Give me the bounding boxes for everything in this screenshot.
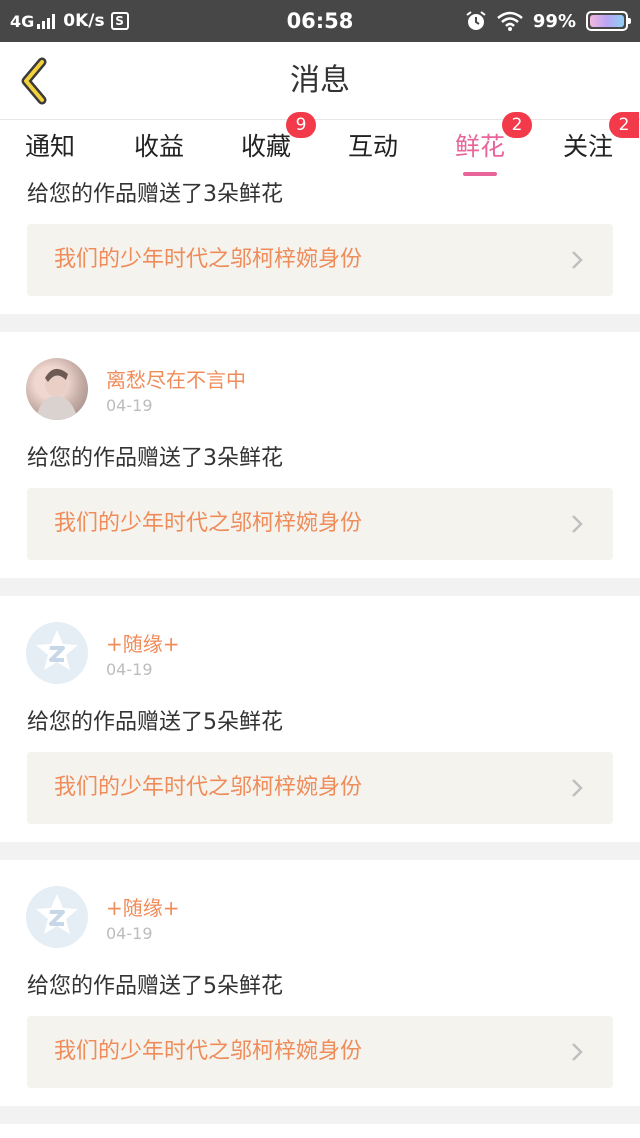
post-date: 04-19 (106, 924, 153, 943)
battery-icon (586, 11, 631, 31)
tab-bar: 通知 收益 收藏 互动 鲜花 关注 (0, 120, 640, 178)
message-text: 给您的作品赠送了3朵鲜花 (27, 446, 283, 471)
work-title: 我们的少年时代之邬柯梓婉身份 (54, 247, 363, 272)
chevron-left-icon[interactable] (14, 56, 54, 106)
post-date: 04-19 (106, 396, 153, 415)
message-text: 给您的作品赠送了3朵鲜花 (27, 182, 283, 207)
following-badge: 2 (609, 112, 639, 138)
work-link[interactable]: 我们的少年时代之邬柯梓婉身份 (27, 752, 613, 824)
chevron-right-icon (572, 251, 583, 269)
next-card-edge (0, 1124, 640, 1138)
tab-notice[interactable]: 通知 (0, 120, 100, 178)
chevron-right-icon (572, 779, 583, 797)
favorites-badge: 9 (286, 112, 316, 138)
message-text: 给您的作品赠送了5朵鲜花 (27, 710, 283, 735)
message-card: 给您的作品赠送了3朵鲜花 我们的少年时代之邬柯梓婉身份 (0, 178, 640, 314)
user-name[interactable]: +随缘+ (106, 628, 180, 657)
work-link[interactable]: 我们的少年时代之邬柯梓婉身份 (27, 224, 613, 296)
work-title: 我们的少年时代之邬柯梓婉身份 (54, 775, 363, 800)
chevron-right-icon (572, 515, 583, 533)
chevron-right-icon (572, 1043, 583, 1061)
avatar[interactable] (26, 358, 88, 420)
work-link[interactable]: 我们的少年时代之邬柯梓婉身份 (27, 488, 613, 560)
page-title: 消息 (290, 63, 350, 98)
default-avatar-icon (36, 894, 78, 934)
tab-interaction[interactable]: 互动 (323, 120, 423, 178)
user-name[interactable]: +随缘+ (106, 892, 180, 921)
message-card: 离愁尽在不言中 04-19 给您的作品赠送了3朵鲜花 我们的少年时代之邬柯梓婉身… (0, 332, 640, 578)
flowers-badge: 2 (502, 112, 532, 138)
default-avatar-icon (36, 630, 78, 670)
work-link[interactable]: 我们的少年时代之邬柯梓婉身份 (27, 1016, 613, 1088)
message-card: +随缘+ 04-19 给您的作品赠送了5朵鲜花 我们的少年时代之邬柯梓婉身份 (0, 596, 640, 842)
user-name[interactable]: 离愁尽在不言中 (106, 364, 246, 393)
work-title: 我们的少年时代之邬柯梓婉身份 (54, 511, 363, 536)
avatar[interactable] (26, 622, 88, 684)
user-photo-icon (36, 368, 78, 420)
message-card: +随缘+ 04-19 给您的作品赠送了5朵鲜花 我们的少年时代之邬柯梓婉身份 (0, 860, 640, 1106)
message-text: 给您的作品赠送了5朵鲜花 (27, 974, 283, 999)
wifi-icon (497, 11, 523, 31)
battery-percent: 99% (532, 10, 576, 32)
status-bar: 4G 0K/s S 06:58 99% (0, 0, 640, 42)
avatar[interactable] (26, 886, 88, 948)
active-tab-indicator (463, 172, 497, 176)
alarm-icon (466, 11, 486, 30)
work-title: 我们的少年时代之邬柯梓婉身份 (54, 1039, 363, 1064)
tab-earnings[interactable]: 收益 (109, 120, 209, 178)
title-bar: 消息 (0, 42, 640, 120)
post-date: 04-19 (106, 660, 153, 679)
